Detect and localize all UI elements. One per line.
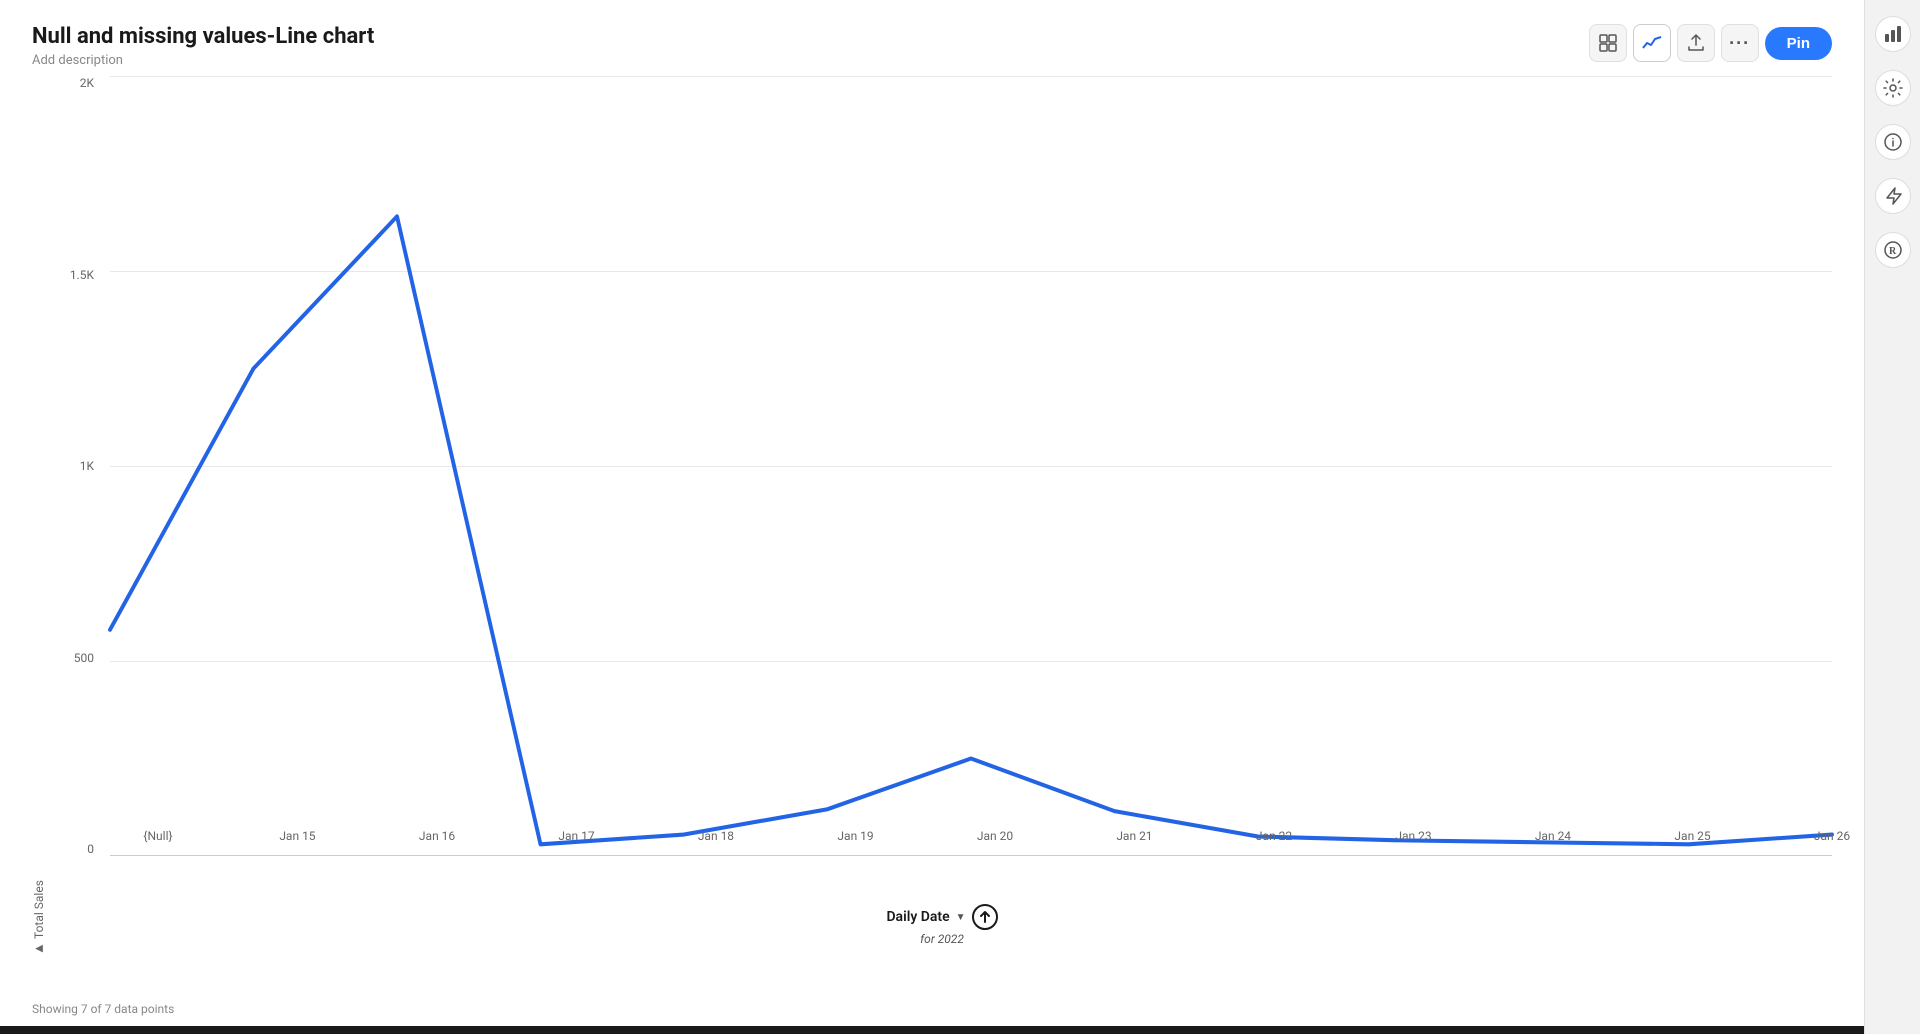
x-label-jan21: Jan 21 <box>1116 829 1152 843</box>
info-icon[interactable] <box>1875 124 1911 160</box>
lightning-icon[interactable] <box>1875 178 1911 214</box>
x-label-jan24: Jan 24 <box>1535 829 1571 843</box>
chart-area: ▶ Total Sales 2K 1.5K 1K 500 0 <box>32 76 1832 1034</box>
y-tick-2k: 2K <box>80 76 94 90</box>
grid-and-chart: 2K 1.5K 1K 500 0 <box>62 76 1832 896</box>
y-axis-arrow: ▶ <box>34 943 45 954</box>
x-axis-subtitle: for 2022 <box>920 932 964 946</box>
x-label-jan19: Jan 19 <box>837 829 873 843</box>
x-label-jan18: Jan 18 <box>698 829 734 843</box>
data-points-label: Showing 7 of 7 data points <box>32 1002 174 1016</box>
table-view-button[interactable] <box>1589 24 1627 62</box>
chart-description: Add description <box>32 53 374 68</box>
chart-inner: 2K 1.5K 1K 500 0 <box>52 76 1832 954</box>
y-axis-label: ▶ Total Sales <box>32 96 46 954</box>
y-tick-500: 500 <box>74 651 94 665</box>
r-logo-icon[interactable]: R <box>1875 232 1911 268</box>
x-axis-footer: Daily Date ▼ for 2022 <box>52 904 1832 954</box>
x-labels: {Null} Jan 15 Jan 16 Jan 17 Jan 18 Jan 1… <box>158 816 1832 856</box>
toolbar: ··· Pin <box>1589 24 1832 62</box>
x-label-jan16: Jan 16 <box>419 829 455 843</box>
bottom-bar <box>0 1026 1864 1034</box>
y-tick-0: 0 <box>87 842 94 856</box>
chart-title: Null and missing values-Line chart <box>32 24 374 49</box>
chart-view-button[interactable] <box>1633 24 1671 62</box>
more-options-button[interactable]: ··· <box>1721 24 1759 62</box>
dropdown-arrow-icon[interactable]: ▼ <box>956 912 966 923</box>
x-label-null: {Null} <box>143 829 172 843</box>
x-axis-filter: Daily Date ▼ <box>886 904 997 930</box>
y-tick-15k: 1.5K <box>70 268 94 282</box>
x-label-jan26: Jan 26 <box>1814 829 1850 843</box>
x-label-jan23: Jan 23 <box>1395 829 1431 843</box>
main-content: Null and missing values-Line chart Add d… <box>0 0 1864 1034</box>
y-tick-1k: 1K <box>80 459 94 473</box>
x-label-jan25: Jan 25 <box>1674 829 1710 843</box>
export-button[interactable] <box>1677 24 1715 62</box>
y-ticks: 2K 1.5K 1K 500 0 <box>62 76 102 856</box>
bar-chart-icon[interactable] <box>1875 16 1911 52</box>
x-label-jan22: Jan 22 <box>1256 829 1292 843</box>
right-sidebar: R <box>1864 0 1920 1034</box>
chart-header: Null and missing values-Line chart Add d… <box>32 24 1832 68</box>
title-section: Null and missing values-Line chart Add d… <box>32 24 374 68</box>
pin-button[interactable]: Pin <box>1765 27 1832 60</box>
x-label-jan17: Jan 17 <box>558 829 594 843</box>
sort-ascending-button[interactable] <box>972 904 998 930</box>
x-axis-filter-label[interactable]: Daily Date <box>886 909 949 925</box>
svg-text:R: R <box>1889 246 1897 257</box>
x-label-jan15: Jan 15 <box>279 829 315 843</box>
line-chart-svg <box>110 76 1832 856</box>
chart-plot: {Null} Jan 15 Jan 16 Jan 17 Jan 18 Jan 1… <box>110 76 1832 856</box>
x-label-jan20: Jan 20 <box>977 829 1013 843</box>
gear-icon[interactable] <box>1875 70 1911 106</box>
